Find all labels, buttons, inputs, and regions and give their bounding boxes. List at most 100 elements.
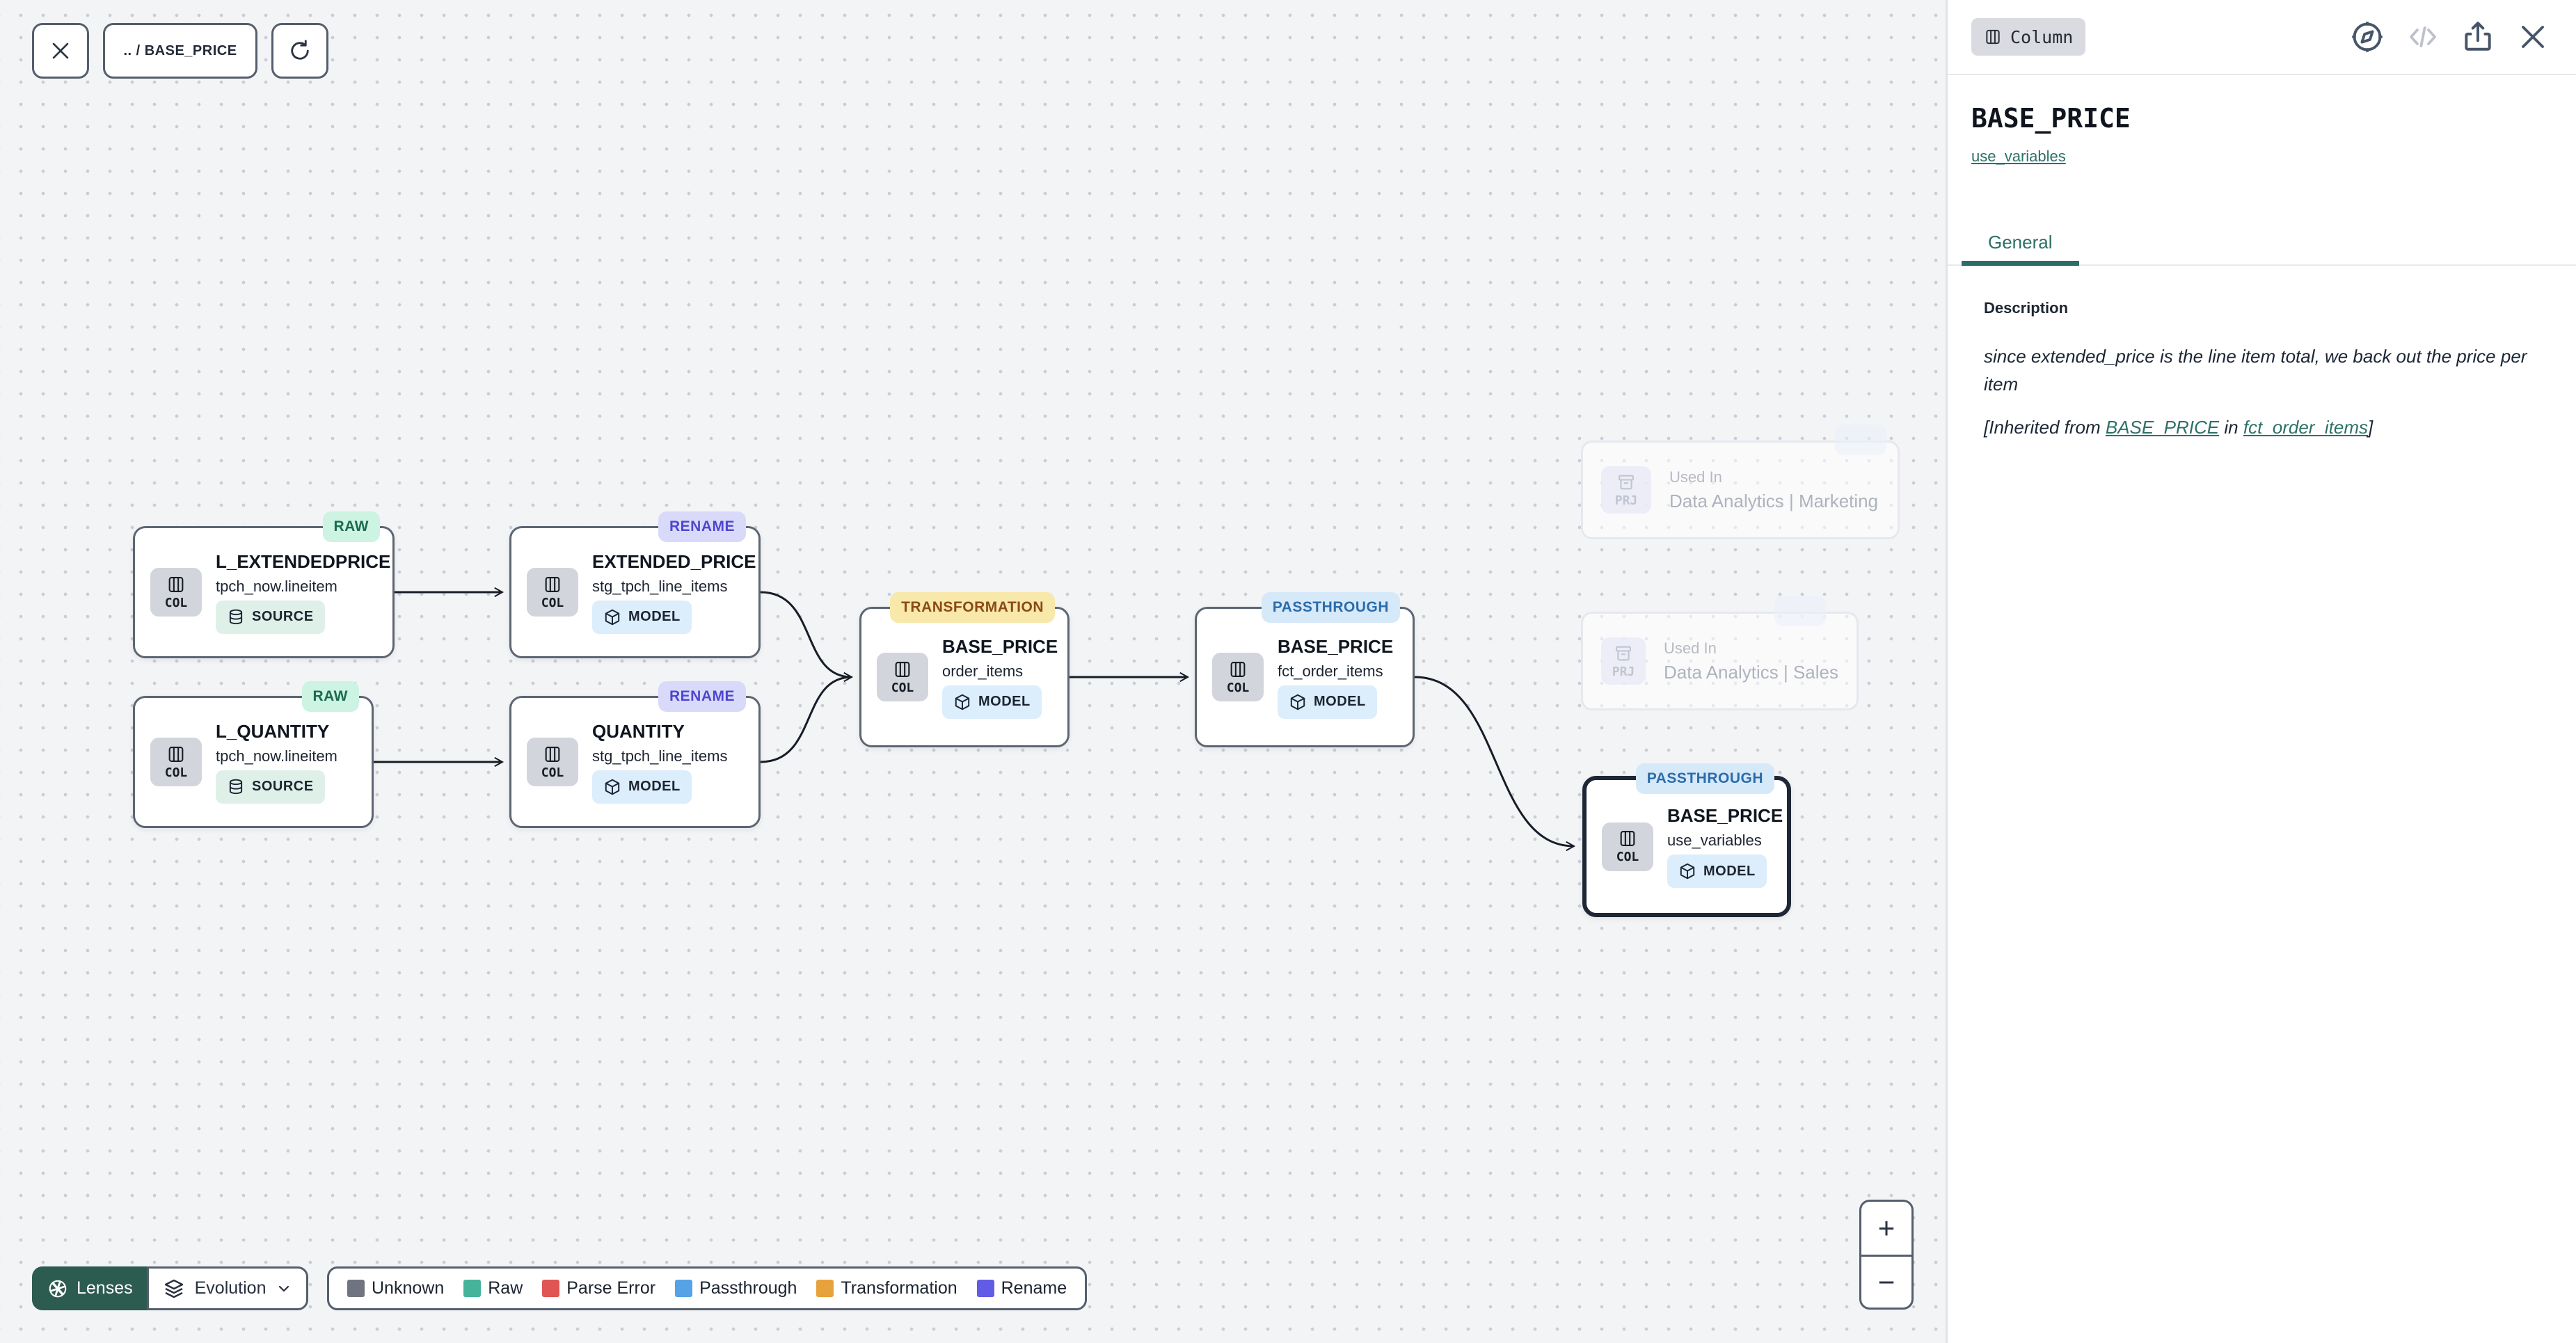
cube-icon — [1289, 693, 1307, 711]
legend-swatch — [977, 1280, 994, 1297]
node-l-extendedprice[interactable]: RAW COL L_EXTENDEDPRICE tpch_now.lineite… — [133, 526, 395, 658]
node-l-quantity[interactable]: RAW COL L_QUANTITY tpch_now.lineitem SOU… — [133, 696, 374, 828]
node-subtitle: tpch_now.lineitem — [216, 747, 337, 765]
zoom-out-button[interactable]: − — [1861, 1255, 1911, 1308]
archive-icon — [1614, 644, 1633, 663]
lens-control: Lenses Evolution — [32, 1266, 308, 1310]
project-tag: PRJ — [1601, 637, 1646, 685]
model-chip: MODEL — [1278, 685, 1377, 719]
used-in-name: Data Analytics | Sales — [1664, 662, 1838, 683]
lineage-canvas[interactable]: .. / BASE_PRICE RAW COL L_EXTENDEDPRICE … — [0, 0, 1946, 1343]
lineage-kind-badge: RENAME — [658, 511, 746, 542]
legend-item: Parse Error — [542, 1278, 655, 1298]
compass-icon — [2349, 19, 2385, 55]
details-panel: Column BASE_PRICE use_variables General … — [1946, 0, 2576, 1343]
database-icon — [227, 608, 245, 626]
node-title: L_EXTENDEDPRICE — [216, 551, 390, 573]
lineage-kind-badge: TRANSFORMATION — [890, 592, 1055, 623]
used-in-name: Data Analytics | Marketing — [1669, 491, 1878, 512]
legend-swatch — [463, 1280, 481, 1297]
node-quantity[interactable]: RENAME COL QUANTITY stg_tpch_line_items … — [509, 696, 761, 828]
panel-title: BASE_PRICE — [1971, 103, 2131, 134]
legend-swatch — [347, 1280, 365, 1297]
columns-icon — [1228, 660, 1248, 679]
view-code-button[interactable] — [2406, 20, 2440, 54]
description-label: Description — [1984, 299, 2547, 317]
model-link[interactable]: use_variables — [1971, 148, 2066, 166]
legend-item: Passthrough — [675, 1278, 797, 1298]
inherited-model-link[interactable]: fct_order_items — [2243, 417, 2368, 438]
node-base-price-order-items[interactable]: TRANSFORMATION COL BASE_PRICE order_item… — [859, 607, 1070, 747]
source-chip: SOURCE — [216, 770, 325, 804]
aperture-icon — [47, 1278, 68, 1299]
share-button[interactable] — [2460, 19, 2495, 54]
inherited-note: [Inherited from BASE_PRICE in fct_order_… — [1984, 417, 2547, 438]
description-text: since extended_price is the line item to… — [1984, 342, 2547, 399]
legend-swatch — [542, 1280, 559, 1297]
node-title: L_QUANTITY — [216, 721, 329, 742]
cube-icon — [953, 693, 971, 711]
legend-swatch — [816, 1280, 834, 1297]
breadcrumb[interactable]: .. / BASE_PRICE — [103, 23, 257, 79]
lineage-kind-badge: RENAME — [658, 681, 746, 712]
edge — [761, 677, 852, 762]
cube-icon — [603, 778, 621, 796]
lenses-button[interactable]: Lenses — [32, 1266, 148, 1310]
column-tag: COL — [527, 738, 578, 786]
used-in-card-marketing[interactable]: PRJ Used In Data Analytics | Marketing — [1581, 440, 1900, 539]
used-in-label: Used In — [1669, 468, 1878, 486]
legend-item: Raw — [463, 1278, 523, 1298]
close-icon — [49, 39, 72, 63]
inherited-column-link[interactable]: BASE_PRICE — [2106, 417, 2219, 438]
columns-icon — [1618, 829, 1637, 848]
node-subtitle: use_variables — [1667, 832, 1762, 850]
description-section: Description since extended_price is the … — [1984, 299, 2547, 438]
share-icon — [2460, 19, 2495, 54]
node-subtitle: stg_tpch_line_items — [592, 747, 727, 765]
node-title: QUANTITY — [592, 721, 685, 742]
close-panel-button[interactable] — [2516, 20, 2550, 54]
close-lineage-button[interactable] — [32, 23, 89, 79]
chevron-down-icon — [276, 1280, 292, 1297]
lineage-kind-badge: PASSTHROUGH — [1262, 592, 1400, 623]
ghost-badge — [1774, 596, 1826, 626]
column-tag: COL — [150, 738, 202, 786]
node-base-price-fct-order-items[interactable]: PASSTHROUGH COL BASE_PRICE fct_order_ite… — [1195, 607, 1415, 747]
edge — [761, 592, 852, 677]
edge — [1415, 677, 1574, 846]
zoom-in-button[interactable]: + — [1861, 1202, 1911, 1255]
model-chip: MODEL — [592, 601, 692, 634]
column-tag: COL — [150, 568, 202, 617]
used-in-card-sales[interactable]: PRJ Used In Data Analytics | Sales — [1581, 612, 1859, 710]
navigate-compass-button[interactable] — [2349, 19, 2385, 55]
node-extended-price[interactable]: RENAME COL EXTENDED_PRICE stg_tpch_line_… — [509, 526, 761, 658]
node-subtitle: tpch_now.lineitem — [216, 578, 337, 596]
source-chip: SOURCE — [216, 601, 325, 634]
lens-select-evolution[interactable]: Evolution — [147, 1266, 309, 1310]
legend-item: Rename — [977, 1278, 1067, 1298]
cube-icon — [603, 608, 621, 626]
columns-icon — [1984, 28, 2002, 46]
column-tag: COL — [877, 653, 928, 701]
panel-tabs: General — [1948, 224, 2576, 266]
refresh-button[interactable] — [271, 23, 328, 79]
cube-icon — [1678, 862, 1696, 880]
node-title: BASE_PRICE — [942, 636, 1058, 658]
archive-icon — [1616, 472, 1636, 492]
legend-item: Unknown — [347, 1278, 444, 1298]
model-chip: MODEL — [1667, 855, 1767, 888]
node-title: BASE_PRICE — [1278, 636, 1393, 658]
columns-icon — [166, 575, 186, 594]
model-chip: MODEL — [942, 685, 1042, 719]
legend-item: Transformation — [816, 1278, 957, 1298]
columns-icon — [543, 745, 562, 764]
lineage-legend: Unknown Raw Parse Error Passthrough Tran… — [327, 1266, 1087, 1310]
lineage-kind-badge: RAW — [302, 681, 360, 712]
layers-icon — [163, 1278, 185, 1300]
node-base-price-use-variables-selected[interactable]: PASSTHROUGH COL BASE_PRICE use_variables… — [1582, 776, 1791, 917]
node-title: EXTENDED_PRICE — [592, 551, 756, 573]
tab-general[interactable]: General — [1962, 224, 2079, 266]
node-subtitle: order_items — [942, 662, 1023, 681]
code-icon — [2406, 20, 2440, 54]
legend-swatch — [675, 1280, 692, 1297]
